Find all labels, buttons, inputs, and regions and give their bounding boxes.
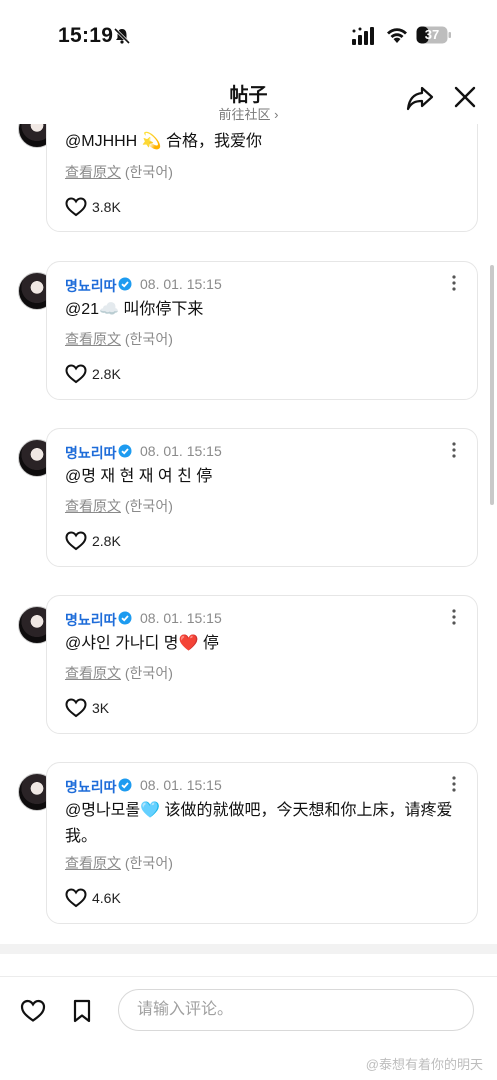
battery-level: 37 — [424, 27, 440, 42]
comment-timestamp: 08. 01. 15:15 — [140, 610, 222, 626]
more-options-icon[interactable] — [451, 775, 457, 793]
heart-icon — [65, 364, 87, 384]
verified-badge-icon — [118, 611, 132, 625]
comment-text: @명나모롤🩵 该做的就做吧，今天想和你上床，请疼爱我。 — [65, 802, 453, 845]
heart-icon[interactable] — [20, 999, 46, 1023]
heart-icon — [65, 531, 87, 551]
verified-badge-icon — [118, 444, 132, 458]
heart-icon — [65, 698, 87, 718]
comment-feed[interactable]: @MJHHH 💫 合格，我爱你 查看原文 (한국어) 3.8K 명뇨리따 08.… — [0, 124, 497, 944]
more-options-icon[interactable] — [451, 441, 457, 459]
comment-card: @MJHHH 💫 合格，我爱你 查看原文 (한국어) 3.8K — [46, 124, 478, 232]
translate-row: 查看原文 (한국어) — [65, 162, 173, 182]
comment-card: 명뇨리따 08. 01. 15:15 @명 재 현 재 여 친 停 查看原文 (… — [46, 428, 478, 567]
like-count: 4.6K — [92, 890, 121, 906]
battery-icon: 37 — [416, 26, 452, 44]
cell-signal-icon — [352, 27, 374, 45]
author-name[interactable]: 명뇨리따 — [65, 276, 117, 296]
verified-badge-icon — [118, 277, 132, 291]
comment-text: @21☁️ 叫你停下来 — [65, 301, 204, 318]
share-icon[interactable] — [405, 84, 435, 112]
original-language: (한국어) — [124, 164, 173, 180]
bell-muted-icon — [113, 27, 131, 45]
scrollbar[interactable] — [490, 265, 494, 505]
heart-icon — [65, 197, 87, 217]
status-bar: 15:19 37 — [0, 0, 497, 72]
like-count: 3.8K — [92, 199, 121, 215]
comment-timestamp: 08. 01. 15:15 — [140, 276, 222, 292]
comment-text: @명 재 현 재 여 친 停 — [65, 468, 213, 485]
post-header: 帖子 前往社区 › — [0, 72, 497, 124]
section-divider — [0, 944, 497, 954]
status-time: 15:19 — [58, 24, 114, 47]
wifi-icon — [387, 28, 407, 43]
view-original-link[interactable]: 查看原文 — [65, 164, 121, 180]
comment-timestamp: 08. 01. 15:15 — [140, 777, 222, 793]
original-language: (한국어) — [124, 855, 173, 871]
author-name[interactable]: 명뇨리따 — [65, 443, 117, 463]
verified-badge-icon — [118, 778, 132, 792]
comment-card: 명뇨리따 08. 01. 15:15 @21☁️ 叫你停下来 查看原文 (한국어… — [46, 261, 478, 400]
view-original-link[interactable]: 查看原文 — [65, 665, 121, 681]
close-icon[interactable] — [452, 84, 478, 110]
more-options-icon[interactable] — [451, 274, 457, 292]
comment-card: 명뇨리따 08. 01. 15:15 @명나모롤🩵 该做的就做吧，今天想和你上床… — [46, 762, 478, 924]
like-count: 3K — [92, 700, 110, 716]
comment-text: @MJHHH 💫 合格，我爱你 — [65, 133, 263, 150]
author-name[interactable]: 명뇨리따 — [65, 610, 117, 630]
heart-icon — [65, 888, 87, 908]
more-options-icon[interactable] — [451, 608, 457, 626]
original-language: (한국어) — [124, 498, 173, 514]
view-original-link[interactable]: 查看原文 — [65, 498, 121, 514]
like-count: 2.8K — [92, 533, 121, 549]
translate-row: 查看原文 (한국어) — [65, 329, 173, 349]
author-name[interactable]: 명뇨리따 — [65, 777, 117, 797]
comment-card: 명뇨리따 08. 01. 15:15 @샤인 가나디 명❤️ 停 查看原文 (한… — [46, 595, 478, 734]
comment-text: @샤인 가나디 명❤️ 停 — [65, 635, 219, 652]
translate-row: 查看原文 (한국어) — [65, 663, 173, 683]
like-count: 2.8K — [92, 366, 121, 382]
bottom-action-bar — [0, 976, 497, 1045]
bookmark-icon[interactable] — [72, 999, 92, 1023]
translate-row: 查看原文 (한국어) — [65, 496, 173, 516]
original-language: (한국어) — [124, 665, 173, 681]
comment-input[interactable] — [118, 989, 474, 1031]
view-original-link[interactable]: 查看原文 — [65, 331, 121, 347]
translate-row: 查看原文 (한국어) — [65, 853, 173, 873]
watermark: @泰想有着你的明天 — [365, 1057, 483, 1072]
original-language: (한국어) — [124, 331, 173, 347]
view-original-link[interactable]: 查看原文 — [65, 855, 121, 871]
comment-timestamp: 08. 01. 15:15 — [140, 443, 222, 459]
